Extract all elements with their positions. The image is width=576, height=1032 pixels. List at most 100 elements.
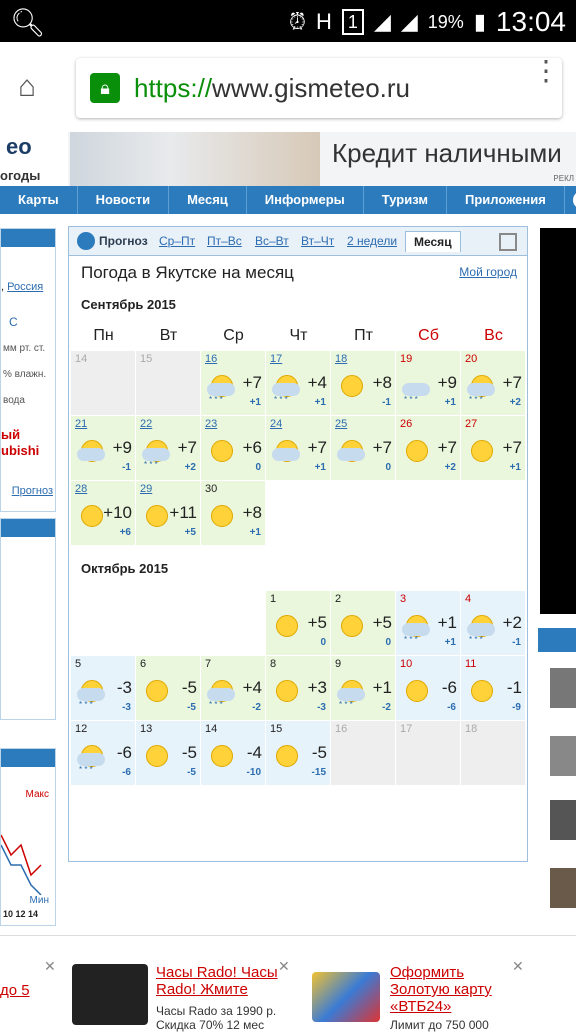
chart-ticks: 10 12 14 (3, 909, 39, 919)
temperature: +4 (307, 373, 327, 392)
temp-chart-box: Макс Мин 10 12 14 (0, 748, 56, 926)
temp-deviation: +1 (249, 527, 261, 538)
address-bar[interactable]: 🔒︎ https://www.gismeteo.ru (76, 58, 562, 118)
day-cell[interactable]: 17 * * * +4 +1 (266, 351, 330, 415)
day-number: 1 (270, 593, 277, 605)
news-thumb-1[interactable] (550, 668, 576, 708)
news-thumb-3[interactable] (550, 800, 576, 840)
news-thumb-2[interactable] (550, 736, 576, 776)
card-image[interactable] (312, 972, 380, 1022)
day-cell[interactable]: 30 +8 +1 (201, 481, 265, 545)
temp-deviation: +1 (509, 462, 521, 473)
news-thumb-4[interactable] (550, 868, 576, 908)
cloud-sun-icon (75, 436, 107, 464)
chart-min-label: Мин (29, 895, 49, 906)
printer-icon[interactable] (499, 233, 517, 251)
calendar-sep: 14 15 16 * * * +7 +1 17 * * * +4 +1 18 +8 -1 19 * * * +… (71, 351, 527, 547)
day-cell[interactable]: 3 * * * +1 +1 (396, 591, 460, 655)
day-number: 14 (75, 353, 88, 365)
day-cell[interactable]: 1 +5 0 (266, 591, 330, 655)
temp-deviation: +2 (444, 462, 456, 473)
ad-rado-title[interactable]: Часы Rado! Часы Rado! Жмите (156, 964, 286, 998)
day-cell[interactable]: 2 +5 0 (331, 591, 395, 655)
calendar-oct: 1 +5 0 2 +5 0 3 * * * +1 +1 4 * * * +2 -1 5 * * * -3 -3 6-… (71, 591, 527, 787)
sun-icon (205, 436, 237, 464)
day-cell[interactable]: 21 +9 -1 (71, 416, 135, 480)
day-number: 5 (75, 658, 82, 670)
cloud-sun-snow-icon: * * * (270, 371, 302, 404)
day-number: 12 (75, 723, 88, 735)
nav-item-3[interactable]: Информеры (247, 186, 364, 214)
ad-left-title[interactable]: до 5 (0, 982, 30, 999)
day-cell[interactable]: 29 +11 +5 (136, 481, 200, 545)
temp-deviation: +6 (119, 527, 131, 538)
sun-icon (270, 676, 302, 704)
day-cell[interactable]: 6 -5 -5 (136, 656, 200, 720)
tab-sun-tue[interactable]: Вс–Вт (255, 234, 289, 248)
sun-icon (335, 371, 367, 399)
url-text[interactable]: https://www.gismeteo.ru (134, 73, 410, 104)
monthly-forecast-panel: Прогноз Ср–Пт Пт–Вс Вс–Вт Вт–Чт 2 недели… (68, 226, 528, 862)
day-cell[interactable]: 23 +6 0 (201, 416, 265, 480)
nav-item-2[interactable]: Месяц (169, 186, 247, 214)
day-cell[interactable]: 22 * * * +7 +2 (136, 416, 200, 480)
day-number: 9 (335, 658, 342, 670)
temp-deviation: -3 (317, 702, 326, 713)
temp-unit: С (9, 315, 18, 329)
day-cell[interactable]: 26 +7 +2 (396, 416, 460, 480)
tab-two-weeks[interactable]: 2 недели (347, 234, 397, 248)
top-banner-ad[interactable]: eo огоды Кредит наличными РЕКЛ (0, 132, 576, 186)
day-cell[interactable]: 8 +3 -3 (266, 656, 330, 720)
weekday-4: Пт (354, 327, 373, 344)
sun-icon (400, 676, 432, 704)
day-number: 29 (140, 483, 153, 495)
ad-vtb-title[interactable]: Оформить Золотую карту «ВТБ24» (390, 964, 510, 1015)
close-icon-3[interactable]: ✕ (512, 958, 524, 975)
day-cell[interactable]: 27 +7 +1 (461, 416, 525, 480)
close-icon[interactable]: ✕ (44, 958, 56, 975)
tab-wed-fri[interactable]: Ср–Пт (159, 234, 195, 248)
nav-item-4[interactable]: Туризм (364, 186, 447, 214)
day-cell[interactable]: 11 -1 -9 (461, 656, 525, 720)
ad-vtb-text: Лимит до 750 000 (390, 1018, 489, 1032)
tab-month[interactable]: Месяц (405, 231, 461, 252)
nav-item-1[interactable]: Новости (78, 186, 170, 214)
day-number: 15 (140, 353, 153, 365)
tab-tue-thu[interactable]: Вт–Чт (301, 234, 334, 248)
tab-fri-sun[interactable]: Пт–Вс (207, 234, 242, 248)
video-ad[interactable] (540, 228, 576, 614)
temperature: +6 (242, 438, 262, 457)
weekday-2: Ср (223, 327, 244, 344)
my-city-link[interactable]: Мой город (459, 265, 517, 279)
day-cell[interactable]: 18 +8 -1 (331, 351, 395, 415)
site-logo[interactable]: eo огоды (0, 132, 68, 186)
nav-item-0[interactable]: Карты (0, 186, 78, 214)
day-cell[interactable]: 5 * * * -3 -3 (71, 656, 135, 720)
day-cell[interactable]: 28 +10 +6 (71, 481, 135, 545)
day-cell[interactable]: 12 * * * -6 -6 (71, 721, 135, 785)
day-number: 30 (205, 483, 218, 495)
nav-item-5[interactable]: Приложения (447, 186, 565, 214)
day-cell[interactable]: 25 +7 0 (331, 416, 395, 480)
day-cell[interactable]: 20 * * * +7 +2 (461, 351, 525, 415)
day-cell[interactable]: 19 * * * +9 +1 (396, 351, 460, 415)
day-cell[interactable]: 16 * * * +7 +1 (201, 351, 265, 415)
day-cell[interactable]: 4 * * * +2 -1 (461, 591, 525, 655)
day-cell[interactable]: 14 -4 -10 (201, 721, 265, 785)
day-cell[interactable]: 9 * * * +1 -2 (331, 656, 395, 720)
search-icon[interactable]: 🔍︎ (10, 6, 46, 39)
close-icon-2[interactable]: ✕ (278, 958, 290, 975)
day-cell[interactable]: 13 -5 -5 (136, 721, 200, 785)
day-cell[interactable]: 15 -5 -15 (266, 721, 330, 785)
weekday-3: Чт (289, 327, 308, 344)
ad-brand-2[interactable]: ubishi (1, 443, 39, 458)
menu-icon[interactable]: ⋮ (532, 54, 560, 87)
home-icon[interactable]: ⌂ (18, 70, 36, 104)
watch-image[interactable] (72, 964, 148, 1025)
day-cell[interactable]: 7 * * * +4 -2 (201, 656, 265, 720)
day-cell[interactable]: 10 -6 -6 (396, 656, 460, 720)
ad-brand-1[interactable]: ый (1, 427, 20, 442)
day-cell[interactable]: 24 +7 +1 (266, 416, 330, 480)
forecast-link[interactable]: Прогноз (12, 485, 53, 497)
country-link[interactable]: Россия (7, 281, 43, 293)
